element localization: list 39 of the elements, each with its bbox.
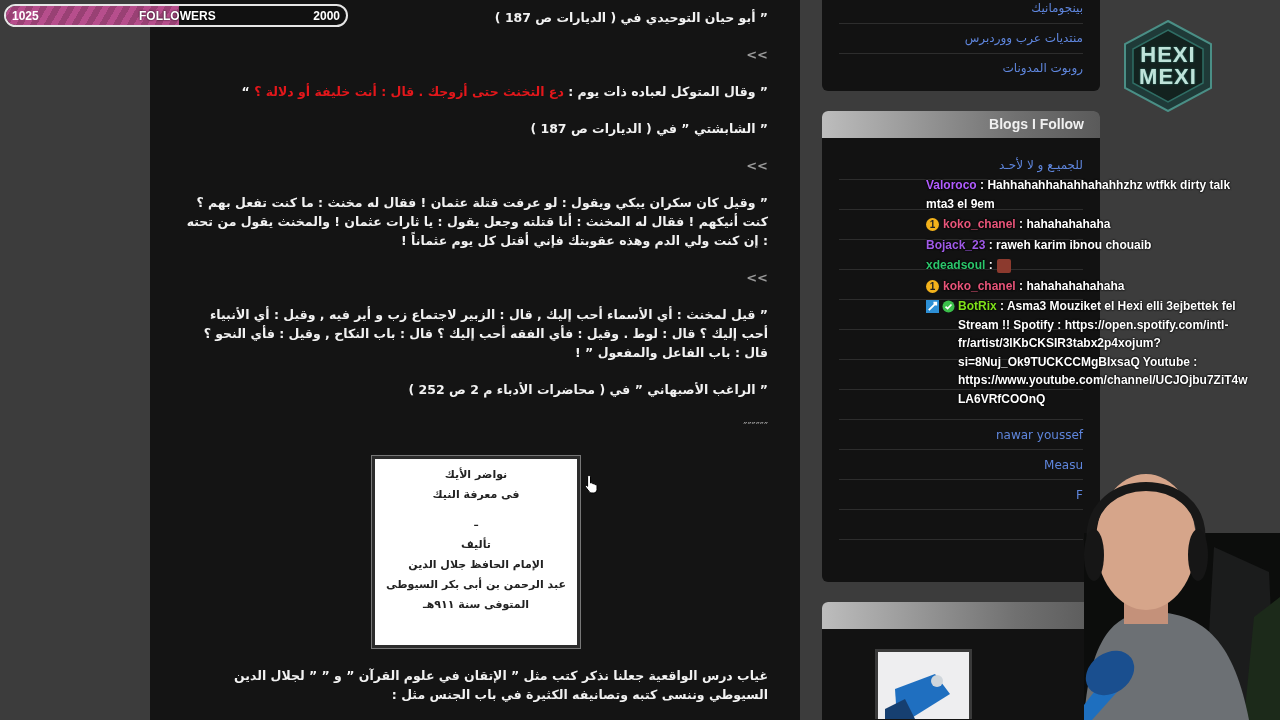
cover-text: المتوفى سنة ٩١١هـ [422, 597, 530, 613]
hand-cursor-icon [584, 474, 600, 494]
hexagon-emblem-icon [1123, 20, 1213, 112]
cover-text: فى معرفة النيك [432, 487, 520, 503]
chat-message: Bojack_23 : raweh karim ibnou chouaib [926, 236, 1152, 254]
widget-header: Blogs I Follow [822, 111, 1100, 138]
cover-text: عبد الرحمن بن أبى بكر السيوطى [386, 576, 566, 593]
cover-text: ـ [474, 515, 478, 531]
separator-mark: << [746, 157, 768, 175]
check-badge-icon [942, 300, 955, 313]
blog-link[interactable]: nawar youssef [995, 427, 1083, 443]
blog-link[interactable]: للجميـع و لا لأحـد [999, 157, 1083, 173]
quote-marks: ″″″″″″ [743, 419, 768, 435]
sidebar-link[interactable]: منتديات عرب ووردبرس [839, 24, 1083, 54]
cover-text: الإمام الحافظ جلال الدين [408, 557, 544, 573]
logo-text: MEXI [1139, 66, 1197, 88]
article-paragraph: ” قيل لمخنث : أي الأسماء أحب إليك , قال : الزبير لاجتماع زب و أير فيه , وقيل : أي الأنبياء أحب إليك ؟ قال : لوط . وقيل : فأي الفقه أحب إليك ؟ قال : باب النكاح , وقيل : فأي النحو ؟ قال : باب الفاعل والمفعول ” ! [202, 305, 768, 362]
sidebar-link[interactable]: بينجومانيك [839, 0, 1083, 24]
article-paragraph: ” وقال المتوكل لعباده ذات يوم : دع التخنث حتى أزوجك . قال : أنت خليفة أو دلالة ؟ “ [241, 82, 768, 101]
article-paragraph: ” وقيل كان سكران يبكي ويقول : لو عرفت قتلة عثمان ! فقال له مخنث : ما كنت تفعل بهم ؟ كنت أنيكهم ! فقال له المخنث : أنا قتلته وجعل يقول : يا ثارات عثمان ! والمخنث يقول من تحته : إن كنت ولي الدم وهذه عقوبتك فإني أقتل كل يوم عثماناً ! [185, 194, 768, 250]
blog-link[interactable]: F [1076, 487, 1083, 503]
separator-mark: << [746, 46, 768, 64]
sidebar-link[interactable]: روبوت المدونات [839, 54, 1083, 83]
article-paragraph: ” أبو حيان التوحيدي في ( الديارات ص 187 ) [494, 8, 768, 27]
goal-current-count: 1025 [12, 8, 39, 23]
goal-target-count: 2000 [313, 8, 340, 23]
chat-message: xdeadsoul : [926, 257, 993, 274]
chat-message: koko_chanel : hahahahahahaha [943, 277, 1125, 295]
cover-text: نواضر الأيك [444, 466, 508, 483]
logo-text: HEXI [1140, 44, 1196, 66]
separator-mark: << [746, 269, 768, 287]
chat-message: koko_chanel : hahahahahaha [943, 216, 1111, 233]
chat-message: BotRix : Asma3 Mouziket el Hexi elli 3ejbettek fel Stream !! Spotify : https://open.spotify.com/intl-fr/artist/3lKbCKSIR3tabx2p4xojum?si=8Nuj_Ok9TUCKCCMgBIxsaQ Youtube : https://www.youtube.com/channel/UCJOjbu7ZiT4wLA6VRfCOOnQ [958, 298, 1249, 408]
article-paragraph: ” الشابشتي ” في ( الديارات ص 187 ) [530, 120, 768, 138]
article-paragraph: ” الراغب الأصبهاني ” في ( محاضرات الأدباء م 2 ص 252 ) [408, 381, 768, 399]
badge-icon [926, 300, 939, 313]
article-paragraph: غياب درس الواقعية جعلنا نذكر كتب مثل ” الإتقان في علوم القرآن ” و ” ” لجلال الدين السيوطي وننسى كتبه وتصانيفه الكثيرة في باب الجنس مثل : [233, 667, 768, 704]
cover-text: تأليف [461, 536, 491, 553]
blog-link[interactable]: Measu [1044, 457, 1083, 473]
